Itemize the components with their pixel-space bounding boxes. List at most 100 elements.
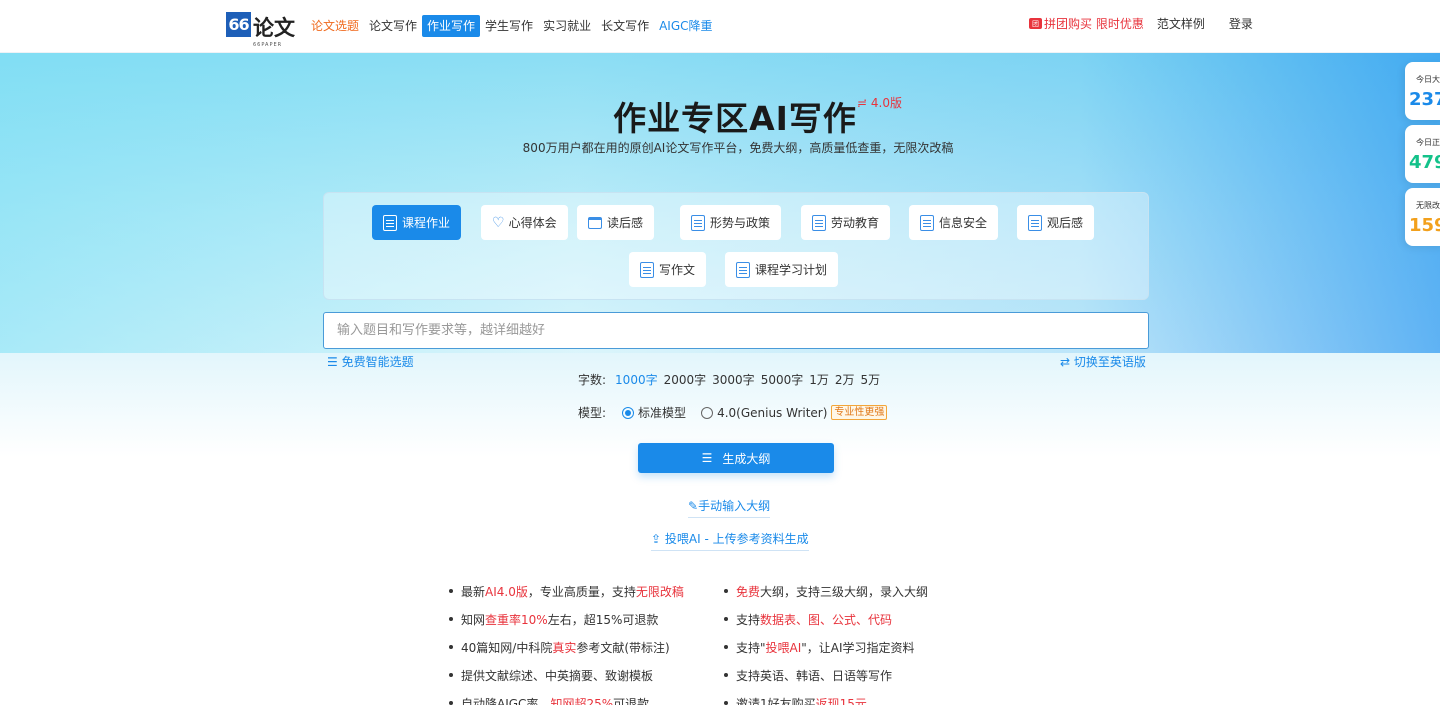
category-composition[interactable]: 写作文 [629, 252, 707, 287]
model-label: 模型: [578, 406, 607, 420]
nav-item-topic[interactable]: 论文选题 [306, 15, 364, 37]
page-title: 作业专区AI写作 [613, 99, 857, 138]
group-buy-icon: 团 [1029, 18, 1042, 29]
word-count-5000[interactable]: 5000字 [761, 371, 804, 388]
feature-text: 参考文献(带标注) [576, 641, 670, 655]
category-label: 心得体会 [508, 216, 557, 230]
feature-text: "，让AI学习指定资料 [801, 641, 915, 655]
feature-text: 最新 [461, 585, 486, 599]
heart-icon: ♡ [492, 214, 505, 231]
category-label: 形势与政策 [710, 216, 771, 230]
samples-link[interactable]: 范文样例 [1157, 15, 1205, 32]
page-subtitle: 800万用户都在用的原创AI论文写作平台，免费大纲，高质量低查重，无限次改稿 [522, 141, 954, 155]
generate-outline-button[interactable]: ☰ 生成大纲 [638, 443, 834, 473]
feature-item: 知网查重率10%左右，超15%可退款 [448, 611, 658, 628]
calendar-icon [588, 216, 602, 229]
document-search-icon [383, 214, 397, 231]
category-label: 观后感 [1047, 216, 1084, 230]
feature-highlight: 投喂AI [765, 641, 802, 655]
word-count-label: 字数: [578, 373, 607, 387]
category-label: 课程作业 [402, 216, 451, 230]
right-nav: 团 拼团购买 限时优惠 范文样例 登录 [1029, 15, 1253, 32]
nav-item-student[interactable]: 学生写作 [480, 15, 538, 37]
category-movie-review[interactable]: 观后感 [1017, 205, 1095, 240]
logo-badge: 66 [226, 12, 251, 37]
feature-item: 邀请1好友购买返现15元 [724, 695, 867, 705]
feature-item: 支持"投喂AI"，让AI学习指定资料 [724, 639, 915, 656]
stat-card-unlimited: 无限改 159 [1405, 188, 1440, 246]
logo-name: 论文 [253, 16, 295, 40]
category-labor-education[interactable]: 劳动教育 [801, 205, 891, 240]
category-policy[interactable]: 形势与政策 [680, 205, 782, 240]
stat-card-daily: 今日大 237 [1405, 62, 1440, 120]
smart-topic-link[interactable]: ☰ 免费智能选题 [327, 353, 414, 370]
feature-text: 大纲，支持三级大纲，录入大纲 [760, 585, 929, 599]
feature-text: 支持英语、韩语、日语等写作 [736, 669, 893, 683]
stat-label: 今日大 [1416, 75, 1440, 84]
feature-text: ，专业高质量，支持 [527, 585, 636, 599]
feature-highlight: 返现15元 [815, 697, 867, 705]
feature-highlight: 免费 [736, 585, 761, 599]
radio-checked[interactable] [622, 406, 635, 419]
login-link[interactable]: 登录 [1229, 15, 1253, 32]
category-label: 课程学习计划 [755, 263, 828, 277]
feature-text: 支持" [736, 641, 766, 655]
nav-item-paper[interactable]: 论文写作 [364, 15, 422, 37]
stat-value: 237 [1409, 89, 1440, 110]
nav-item-homework[interactable]: 作业写作 [422, 15, 481, 37]
stat-value: 159 [1409, 215, 1440, 236]
feature-highlight: 数据表、图、公式、代码 [760, 613, 893, 627]
top-navbar: 66 论文 66PAPER 论文选题 论文写作 作业写作 学生写作 实习就业 长… [0, 0, 1440, 53]
feature-item: 提供文献综述、中英摘要、致谢模板 [448, 667, 653, 684]
category-label: 写作文 [659, 263, 696, 277]
stat-card-today: 今日正 479 [1405, 125, 1440, 183]
model-option-genius[interactable]: 4.0(Genius Writer) 专业性更强 [701, 405, 888, 420]
stat-label: 今日正 [1416, 138, 1440, 147]
edit-icon: ✎ [688, 499, 699, 513]
word-count-10k[interactable]: 1万 [809, 371, 829, 388]
site-logo[interactable]: 66 论文 66PAPER [226, 12, 295, 48]
model-option-standard[interactable]: 标准模型 [622, 404, 686, 421]
feature-highlight: 真实 [552, 641, 577, 655]
feature-highlight: AI4.0版 [485, 585, 528, 599]
manual-outline-link[interactable]: ✎手动输入大纲 [688, 497, 771, 518]
version-badge: ≓ 4.0版 [857, 96, 902, 110]
category-study-plan[interactable]: 课程学习计划 [725, 252, 839, 287]
word-count-20k[interactable]: 2万 [835, 371, 855, 388]
generate-label: 生成大纲 [722, 451, 771, 466]
pro-badge: 专业性更强 [831, 405, 888, 420]
category-reflection[interactable]: ♡ 心得体会 [481, 205, 568, 240]
group-buy-promo[interactable]: 团 拼团购买 限时优惠 [1029, 15, 1144, 32]
category-label: 读后感 [607, 216, 644, 230]
switch-english-link[interactable]: ⇄ 切换至英语版 [1060, 353, 1146, 370]
manual-outline-label: 手动输入大纲 [698, 499, 771, 513]
word-count-50k[interactable]: 5万 [861, 371, 881, 388]
category-info-security[interactable]: 信息安全 [909, 205, 999, 240]
word-count-2000[interactable]: 2000字 [664, 371, 707, 388]
category-label: 信息安全 [939, 216, 988, 230]
nav-item-internship[interactable]: 实习就业 [538, 15, 596, 37]
logo-subtitle: 66PAPER [253, 42, 283, 48]
model-option-label: 标准模型 [638, 406, 687, 420]
category-book-review[interactable]: 读后感 [577, 205, 655, 240]
category-label: 劳动教育 [831, 216, 880, 230]
upload-reference-link[interactable]: ⇪ 投喂AI - 上传参考资料生成 [651, 530, 809, 551]
nav-item-long-form[interactable]: 长文写作 [596, 15, 654, 37]
word-count-3000[interactable]: 3000字 [712, 371, 755, 388]
stat-label: 无限改 [1416, 201, 1440, 210]
category-course-homework[interactable]: 课程作业 [372, 205, 462, 240]
nav-item-aigc[interactable]: AIGC降重 [654, 15, 717, 37]
document-icon [812, 214, 826, 231]
feature-highlight: 知网超25% [550, 697, 614, 705]
feature-item: 支持英语、韩语、日语等写作 [723, 667, 893, 684]
topic-input[interactable] [323, 312, 1149, 349]
upload-icon: ⇪ [651, 532, 662, 546]
radio-unchecked[interactable] [701, 406, 714, 419]
feature-item: 免费大纲，支持三级大纲，录入大纲 [723, 583, 929, 600]
document-icon [640, 261, 654, 278]
feature-item: 支持数据表、图、公式、代码 [723, 611, 893, 628]
word-count-1000[interactable]: 1000字 [615, 371, 658, 388]
document-icon [691, 214, 705, 231]
feature-text: 邀请1好友购买 [736, 697, 816, 705]
document-icon [1028, 214, 1042, 231]
